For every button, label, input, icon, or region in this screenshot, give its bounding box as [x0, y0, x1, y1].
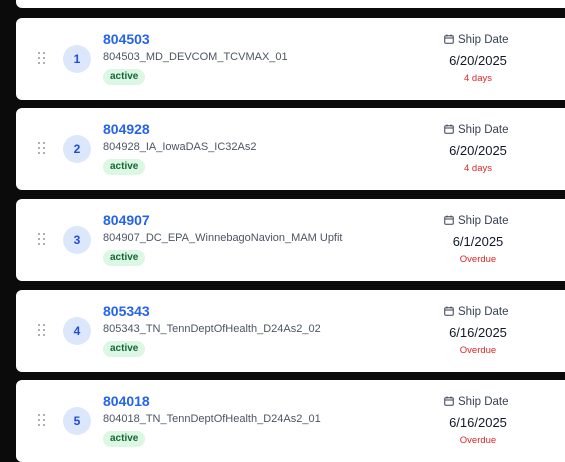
- ship-date-label-text: Ship Date: [458, 124, 509, 136]
- order-index: 1: [63, 45, 91, 73]
- order-id-link[interactable]: 804928: [103, 121, 150, 137]
- order-id-link[interactable]: 804503: [103, 31, 150, 47]
- order-card[interactable]: 2 804928 804928_IA_IowaDAS_IC32As2 activ…: [16, 108, 565, 190]
- calendar-icon: [444, 215, 454, 225]
- due-status: 4 days: [464, 73, 492, 84]
- ship-date-label: Ship Date: [444, 396, 509, 410]
- order-card[interactable]: 4 805343 805343_TN_TennDeptOfHealth_D24A…: [16, 290, 565, 372]
- ship-date-label-text: Ship Date: [458, 34, 509, 46]
- ship-date-value: 6/1/2025: [452, 234, 504, 249]
- calendar-icon: [444, 124, 454, 134]
- drag-handle-icon[interactable]: [38, 414, 46, 426]
- order-index: 4: [63, 317, 91, 345]
- ship-date-value: 6/20/2025: [449, 143, 507, 158]
- order-name: 804503_MD_DEVCOM_TCVMAX_01: [103, 51, 288, 63]
- order-name: 804928_IA_IowaDAS_IC32As2: [103, 141, 257, 153]
- ship-date-label-text: Ship Date: [458, 306, 509, 318]
- ship-date-label: Ship Date: [444, 306, 509, 320]
- ship-date-value: 6/16/2025: [449, 325, 507, 340]
- order-name: 804907_DC_EPA_WinnebagoNavion_MAM Upfit: [103, 232, 343, 244]
- status-badge: active: [103, 69, 146, 85]
- calendar-icon: [444, 396, 454, 406]
- order-name: 804018_TN_TennDeptOfHealth_D24As2_01: [103, 413, 321, 425]
- calendar-icon: [444, 34, 454, 44]
- order-id-link[interactable]: 805343: [103, 303, 150, 319]
- order-card[interactable]: 5 804018 804018_TN_TennDeptOfHealth_D24A…: [16, 380, 565, 462]
- ship-date-label-text: Ship Date: [458, 215, 509, 227]
- ship-date-label: Ship Date: [444, 215, 509, 229]
- order-name: 805343_TN_TennDeptOfHealth_D24As2_02: [103, 323, 321, 335]
- due-status: 4 days: [464, 163, 492, 174]
- previous-card-edge: [16, 0, 565, 8]
- ship-date-value: 6/16/2025: [449, 415, 507, 430]
- order-id-link[interactable]: 804018: [103, 393, 150, 409]
- calendar-icon: [444, 306, 454, 316]
- status-badge: active: [103, 159, 146, 175]
- order-index: 2: [63, 135, 91, 163]
- order-id-link[interactable]: 804907: [103, 212, 150, 228]
- drag-handle-icon[interactable]: [38, 233, 46, 245]
- status-badge: active: [103, 250, 146, 266]
- due-status: Overdue: [459, 435, 497, 446]
- drag-handle-icon[interactable]: [38, 142, 46, 154]
- ship-date-label: Ship Date: [444, 34, 509, 48]
- order-card[interactable]: 1 804503 804503_MD_DEVCOM_TCVMAX_01 acti…: [16, 18, 565, 100]
- drag-handle-icon[interactable]: [38, 324, 46, 336]
- due-status: Overdue: [459, 345, 497, 356]
- due-status: Overdue: [459, 254, 497, 265]
- drag-handle-icon[interactable]: [38, 52, 46, 64]
- status-badge: active: [103, 431, 146, 447]
- status-badge: active: [103, 341, 146, 357]
- order-card[interactable]: 3 804907 804907_DC_EPA_WinnebagoNavion_M…: [16, 199, 565, 281]
- order-index: 5: [63, 407, 91, 435]
- ship-date-label-text: Ship Date: [458, 396, 509, 408]
- ship-date-value: 6/20/2025: [449, 53, 507, 68]
- order-index: 3: [63, 226, 91, 254]
- ship-date-label: Ship Date: [444, 124, 509, 138]
